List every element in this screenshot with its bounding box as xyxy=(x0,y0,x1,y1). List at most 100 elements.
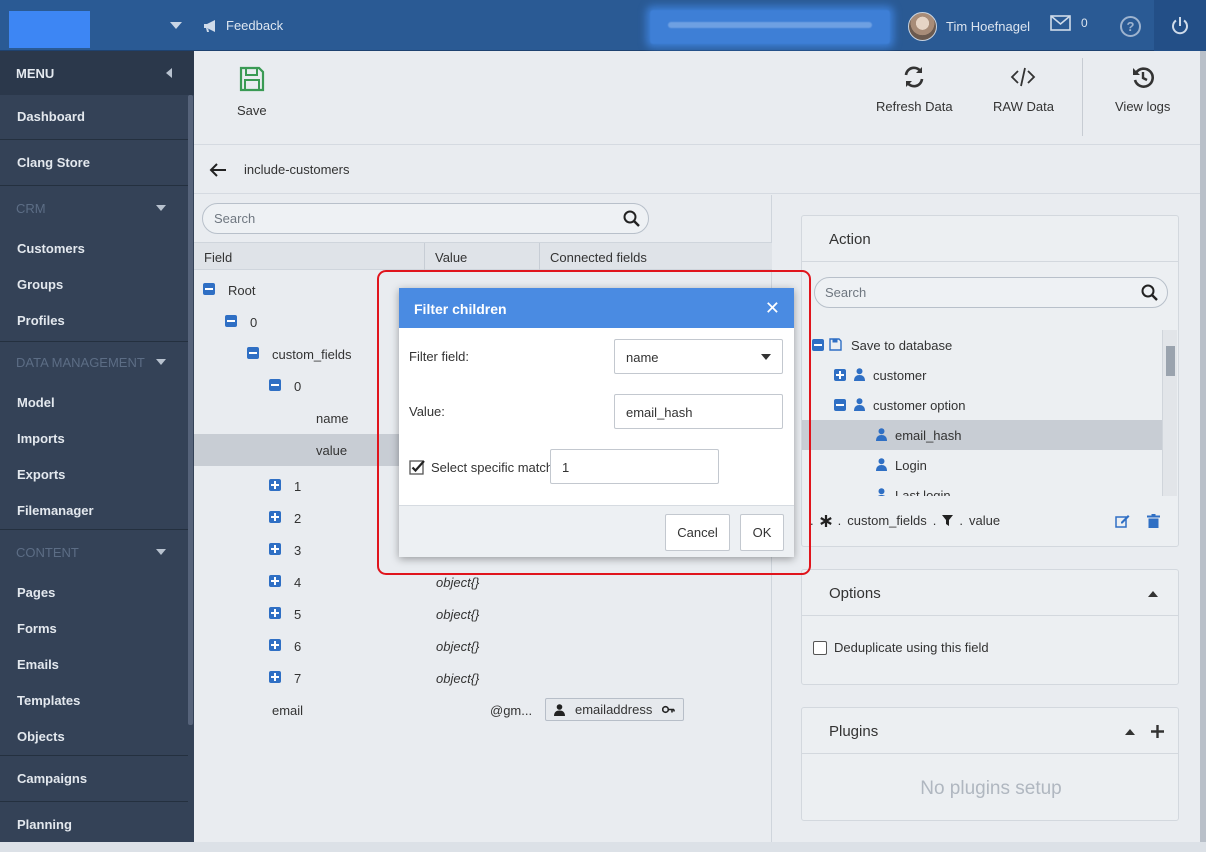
search-icon[interactable] xyxy=(1141,284,1158,301)
sidebar-section-data-management[interactable]: DATA MANAGEMENT xyxy=(0,355,188,370)
sidebar-section-crm[interactable]: CRM xyxy=(0,201,188,216)
tree-item-customer[interactable]: customer xyxy=(802,360,1162,390)
collapse-icon[interactable] xyxy=(247,347,259,359)
column-header-field[interactable]: Field xyxy=(204,250,232,265)
edit-icon[interactable] xyxy=(1115,514,1130,528)
tree-scrollbar[interactable] xyxy=(1162,330,1177,496)
feedback-link[interactable]: Feedback xyxy=(203,18,283,33)
sidebar-item-exports[interactable]: Exports xyxy=(0,467,188,482)
options-header[interactable]: Options xyxy=(802,570,1178,616)
sidebar-item-emails[interactable]: Emails xyxy=(0,657,188,672)
sidebar-item-campaigns[interactable]: Campaigns xyxy=(0,771,188,786)
sidebar-item-objects[interactable]: Objects xyxy=(0,729,188,744)
user-menu[interactable]: Tim Hoefnagel xyxy=(908,12,1030,41)
section-label: CRM xyxy=(16,201,46,216)
column-header-value[interactable]: Value xyxy=(435,250,467,265)
sidebar-item-profiles[interactable]: Profiles xyxy=(0,313,188,328)
sidebar-menu-header[interactable]: MENU xyxy=(0,51,194,95)
expand-icon[interactable] xyxy=(834,369,846,381)
collapse-menu-icon[interactable] xyxy=(166,68,172,78)
back-arrow-icon[interactable] xyxy=(208,162,227,178)
window-bottom-edge xyxy=(0,842,1206,852)
ok-button[interactable]: OK xyxy=(740,514,784,551)
view-logs-button[interactable]: View logs xyxy=(1115,65,1170,114)
sidebar-item-forms[interactable]: Forms xyxy=(0,621,188,636)
sidebar: MENU Dashboard Clang Store CRM Customers… xyxy=(0,51,194,852)
divider xyxy=(0,341,188,342)
environment-selector[interactable] xyxy=(650,10,890,44)
collapse-icon[interactable] xyxy=(225,315,237,327)
table-row[interactable]: email @gm... emailaddress xyxy=(194,694,772,726)
table-row[interactable]: 5 object{} xyxy=(194,598,772,630)
filter-field-select[interactable]: name xyxy=(614,339,783,374)
save-button[interactable]: Save xyxy=(237,65,267,118)
expand-icon[interactable] xyxy=(269,511,281,523)
value-field[interactable]: email_hash xyxy=(614,394,783,429)
search-input[interactable] xyxy=(815,278,1115,307)
filter-field-label: Filter field: xyxy=(409,349,469,364)
section-label: CONTENT xyxy=(16,545,79,560)
help-icon[interactable]: ? xyxy=(1120,16,1141,37)
sidebar-item-filemanager[interactable]: Filemanager xyxy=(0,503,188,518)
specific-match-checkbox[interactable] xyxy=(409,459,425,475)
tree-item-customer-option[interactable]: customer option xyxy=(802,390,1162,420)
action-title: Action xyxy=(802,216,1178,262)
table-row[interactable]: 6 object{} xyxy=(194,630,772,662)
sidebar-item-groups[interactable]: Groups xyxy=(0,277,188,292)
plugins-card: Plugins No plugins setup xyxy=(801,707,1179,821)
app-logo[interactable] xyxy=(9,11,90,48)
sidebar-item-imports[interactable]: Imports xyxy=(0,431,188,446)
raw-data-button[interactable]: RAW Data xyxy=(993,65,1054,114)
tree-item-login[interactable]: Login xyxy=(802,450,1162,480)
sidebar-item-dashboard[interactable]: Dashboard xyxy=(0,109,188,124)
tree-item-email-hash[interactable]: email_hash xyxy=(802,420,1162,450)
dedupe-option[interactable]: Deduplicate using this field xyxy=(813,640,989,655)
table-row[interactable]: 7 object{} xyxy=(194,662,772,694)
cell-value: @gm... xyxy=(490,703,533,718)
sidebar-item-pages[interactable]: Pages xyxy=(0,585,188,600)
close-icon[interactable]: ✕ xyxy=(765,299,780,317)
sidebar-item-customers[interactable]: Customers xyxy=(0,241,188,256)
app-switcher-chevron-down-icon[interactable] xyxy=(170,22,182,29)
expand-icon[interactable] xyxy=(269,639,281,651)
sidebar-item-model[interactable]: Model xyxy=(0,395,188,410)
expand-icon[interactable] xyxy=(269,671,281,683)
scrollbar-thumb[interactable] xyxy=(1166,346,1175,376)
collapse-chevron-up-icon[interactable] xyxy=(1125,729,1135,735)
specific-match-option[interactable]: Select specific match: xyxy=(409,459,557,475)
add-plugin-plus-icon[interactable] xyxy=(1151,725,1164,738)
connected-field-tag[interactable]: emailaddress xyxy=(545,698,685,721)
trash-icon[interactable] xyxy=(1147,514,1160,528)
collapse-chevron-up-icon[interactable] xyxy=(1148,591,1158,597)
dedupe-checkbox[interactable] xyxy=(813,640,827,655)
search-input[interactable] xyxy=(203,204,583,233)
expand-icon[interactable] xyxy=(269,543,281,555)
mail-count: 0 xyxy=(1081,16,1088,30)
expand-icon[interactable] xyxy=(269,607,281,619)
mail-icon xyxy=(1050,15,1071,31)
sidebar-section-content[interactable]: CONTENT xyxy=(0,545,188,560)
megaphone-icon xyxy=(204,19,215,32)
save-label: Save xyxy=(237,103,267,118)
user-icon xyxy=(876,428,887,441)
tree-item-last-login[interactable]: Last login xyxy=(802,480,1162,496)
expand-icon[interactable] xyxy=(269,479,281,491)
collapse-icon[interactable] xyxy=(834,399,846,411)
tree-item-save-to-database[interactable]: Save to database xyxy=(802,330,1162,360)
cancel-button[interactable]: Cancel xyxy=(665,514,730,551)
refresh-data-button[interactable]: Refresh Data xyxy=(876,65,953,114)
sidebar-item-templates[interactable]: Templates xyxy=(0,693,188,708)
sidebar-item-planning[interactable]: Planning xyxy=(0,817,188,832)
specific-match-input[interactable]: 1 xyxy=(550,449,719,484)
messages-button[interactable]: 0 xyxy=(1050,15,1088,31)
raw-label: RAW Data xyxy=(993,99,1054,114)
collapse-icon[interactable] xyxy=(269,379,281,391)
sidebar-scrollbar[interactable] xyxy=(188,95,193,725)
collapse-icon[interactable] xyxy=(203,283,215,295)
search-icon[interactable] xyxy=(623,210,640,227)
collapse-icon[interactable] xyxy=(812,339,824,351)
sidebar-item-clang-store[interactable]: Clang Store xyxy=(0,155,188,170)
logout-button[interactable] xyxy=(1154,0,1206,51)
expand-icon[interactable] xyxy=(269,575,281,587)
column-header-connected[interactable]: Connected fields xyxy=(550,250,647,265)
